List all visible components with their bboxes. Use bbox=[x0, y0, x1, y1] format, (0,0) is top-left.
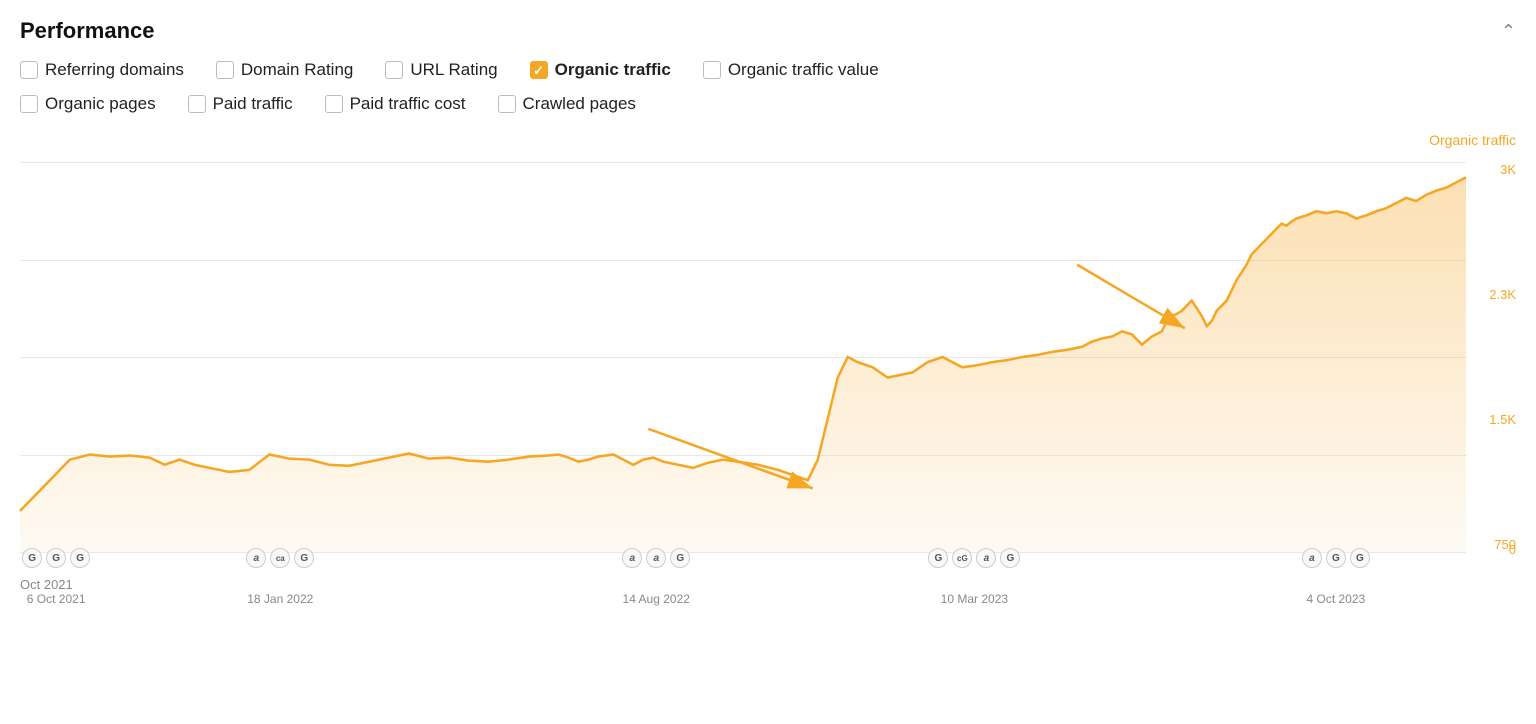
y-label-15k: 1.5K bbox=[1474, 412, 1516, 427]
chart-svg bbox=[20, 162, 1466, 552]
a-icon: a bbox=[622, 548, 642, 568]
x-label-oct2021: 6 Oct 2021 bbox=[27, 592, 86, 606]
a-icon: a bbox=[976, 548, 996, 568]
a-icon: a bbox=[646, 548, 666, 568]
checkbox-box-domain-rating bbox=[216, 61, 234, 79]
checkbox-organic-traffic-value[interactable]: Organic traffic value bbox=[703, 60, 879, 80]
a-icon: a bbox=[246, 548, 266, 568]
x-label-oct2023: 4 Oct 2023 bbox=[1307, 592, 1366, 606]
header-row: Performance ⌃ bbox=[20, 18, 1516, 44]
y-axis-labels: 3K 2.3K 1.5K 750 bbox=[1474, 162, 1516, 552]
checkboxes-row2: Organic pages Paid traffic Paid traffic co… bbox=[20, 94, 1516, 124]
checkbox-organic-traffic[interactable]: Organic traffic bbox=[530, 60, 671, 80]
y-label-zero: 0 bbox=[1509, 542, 1516, 557]
checkbox-label-organic-traffic-value: Organic traffic value bbox=[728, 60, 879, 80]
checkbox-box-referring-domains bbox=[20, 61, 38, 79]
checkbox-label-referring-domains: Referring domains bbox=[45, 60, 184, 80]
checkbox-referring-domains[interactable]: Referring domains bbox=[20, 60, 184, 80]
ca-icon: cG bbox=[952, 548, 972, 568]
g-icon: G bbox=[1000, 548, 1020, 568]
checkbox-paid-traffic[interactable]: Paid traffic bbox=[188, 94, 293, 114]
g-icon: G bbox=[1350, 548, 1370, 568]
checkbox-label-organic-pages: Organic pages bbox=[45, 94, 156, 114]
checkbox-organic-pages[interactable]: Organic pages bbox=[20, 94, 156, 114]
google-icons-mar2023: G cG a G bbox=[927, 548, 1021, 568]
checkbox-label-paid-traffic-cost: Paid traffic cost bbox=[350, 94, 466, 114]
panel-title: Performance bbox=[20, 18, 155, 44]
checkbox-box-url-rating bbox=[385, 61, 403, 79]
checkbox-label-url-rating: URL Rating bbox=[410, 60, 497, 80]
g-icon: G bbox=[70, 548, 90, 568]
google-icons-aug2022: a a G bbox=[621, 548, 691, 568]
y-label-3k: 3K bbox=[1474, 162, 1516, 177]
g-icon: G bbox=[294, 548, 314, 568]
performance-panel: Performance ⌃ Referring domains Domain Ra… bbox=[0, 0, 1536, 592]
checkboxes-row1: Referring domains Domain Rating URL Rating… bbox=[20, 60, 1516, 90]
checkbox-box-organic-pages bbox=[20, 95, 38, 113]
g-icon: G bbox=[670, 548, 690, 568]
y-label-23k: 2.3K bbox=[1474, 287, 1516, 302]
google-icons-jan2022: a ca G bbox=[245, 548, 315, 568]
collapse-button[interactable]: ⌃ bbox=[1501, 21, 1516, 42]
google-icons-oct2021: G G G bbox=[21, 548, 91, 568]
checkbox-domain-rating[interactable]: Domain Rating bbox=[216, 60, 353, 80]
x-label-jan2022: 18 Jan 2022 bbox=[247, 592, 313, 606]
g-icon: G bbox=[22, 548, 42, 568]
oct-label: Oct 2021 bbox=[20, 577, 73, 592]
checkbox-box-organic-traffic bbox=[530, 61, 548, 79]
x-label-aug2022: 14 Aug 2022 bbox=[623, 592, 690, 606]
chart-inner: G G G a ca G a a G G cG a bbox=[20, 162, 1466, 552]
chart-area: Organic traffic bbox=[20, 132, 1516, 592]
checkbox-paid-traffic-cost[interactable]: Paid traffic cost bbox=[325, 94, 466, 114]
checkbox-label-organic-traffic: Organic traffic bbox=[555, 60, 671, 80]
checkbox-label-paid-traffic: Paid traffic bbox=[213, 94, 293, 114]
x-label-mar2023: 10 Mar 2023 bbox=[941, 592, 1008, 606]
checkbox-url-rating[interactable]: URL Rating bbox=[385, 60, 497, 80]
chart-y-axis-label: Organic traffic bbox=[1429, 132, 1516, 148]
g-icon: G bbox=[928, 548, 948, 568]
g-icon: G bbox=[1326, 548, 1346, 568]
a-icon: a bbox=[1302, 548, 1322, 568]
checkbox-label-crawled-pages: Crawled pages bbox=[523, 94, 636, 114]
checkbox-crawled-pages[interactable]: Crawled pages bbox=[498, 94, 636, 114]
checkbox-box-paid-traffic-cost bbox=[325, 95, 343, 113]
g-icon: G bbox=[46, 548, 66, 568]
checkbox-label-domain-rating: Domain Rating bbox=[241, 60, 353, 80]
checkbox-box-organic-traffic-value bbox=[703, 61, 721, 79]
ca-icon: ca bbox=[270, 548, 290, 568]
checkbox-box-paid-traffic bbox=[188, 95, 206, 113]
google-icons-oct2023: a G G bbox=[1301, 548, 1371, 568]
grid-line-bottom bbox=[20, 552, 1466, 553]
checkbox-box-crawled-pages bbox=[498, 95, 516, 113]
x-axis: G G G a ca G a a G G cG a bbox=[20, 554, 1466, 590]
